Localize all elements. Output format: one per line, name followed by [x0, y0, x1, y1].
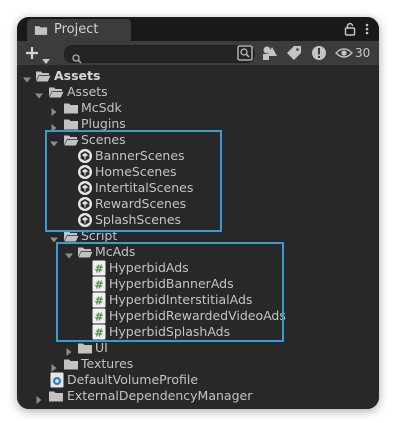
- folder-icon: [77, 340, 93, 356]
- error-icon[interactable]: [310, 44, 328, 62]
- folder-icon: [33, 23, 49, 41]
- folder-icon: [63, 356, 79, 372]
- search-input[interactable]: [85, 46, 245, 62]
- tree-row-ui[interactable]: UI: [17, 340, 379, 356]
- filter-by-type-icon[interactable]: [261, 44, 279, 62]
- tree-row-default-volume-profile[interactable]: DefaultVolumeProfile: [17, 372, 379, 388]
- folder-open-icon: [48, 84, 64, 100]
- folder-icon: [63, 100, 79, 116]
- highlight-box-scenes: [45, 130, 222, 232]
- eye-icon[interactable]: [335, 44, 353, 62]
- tree-row-mcsdk[interactable]: McSdk: [17, 100, 379, 116]
- project-tree: Assets Assets McSdk Plugins Scenes Banne…: [17, 66, 379, 409]
- search-field[interactable]: [64, 45, 255, 64]
- tree-label: Assets: [54, 68, 101, 83]
- plus-icon: [25, 45, 39, 64]
- create-button[interactable]: [25, 43, 55, 64]
- tree-label: McSdk: [81, 100, 122, 115]
- tree-row-external-dependency-manager[interactable]: ExternalDependencyManager: [17, 388, 379, 404]
- highlight-box-mcads: [56, 242, 284, 342]
- folder-open-icon: [35, 68, 51, 84]
- tree-label: DefaultVolumeProfile: [67, 372, 199, 387]
- tab-bar: Project: [17, 17, 379, 41]
- project-toolbar: 30: [17, 41, 379, 65]
- tree-label: Textures: [81, 356, 134, 371]
- tree-label: Assets: [67, 84, 108, 99]
- search-by-type-icon[interactable]: [236, 44, 254, 62]
- tag-icon[interactable]: [285, 44, 303, 62]
- tree-row-assets[interactable]: Assets: [17, 84, 379, 100]
- visibility-count: 30: [355, 46, 371, 60]
- lock-icon[interactable]: [344, 21, 356, 40]
- tab-label: Project: [54, 22, 99, 37]
- tab-project[interactable]: Project: [27, 19, 131, 41]
- volume-profile-icon: [49, 372, 65, 388]
- tree-label: ExternalDependencyManager: [67, 388, 253, 403]
- folder-icon: [48, 388, 64, 404]
- tree-label: UI: [95, 340, 108, 355]
- kebab-menu-icon[interactable]: [365, 21, 369, 40]
- tree-row-textures[interactable]: Textures: [17, 356, 379, 372]
- project-window: Project 30 Assets Assets McSdk Plugins S…: [17, 17, 379, 409]
- collapse-arrow-icon[interactable]: [35, 392, 43, 408]
- tree-row-assets-root[interactable]: Assets: [17, 68, 379, 84]
